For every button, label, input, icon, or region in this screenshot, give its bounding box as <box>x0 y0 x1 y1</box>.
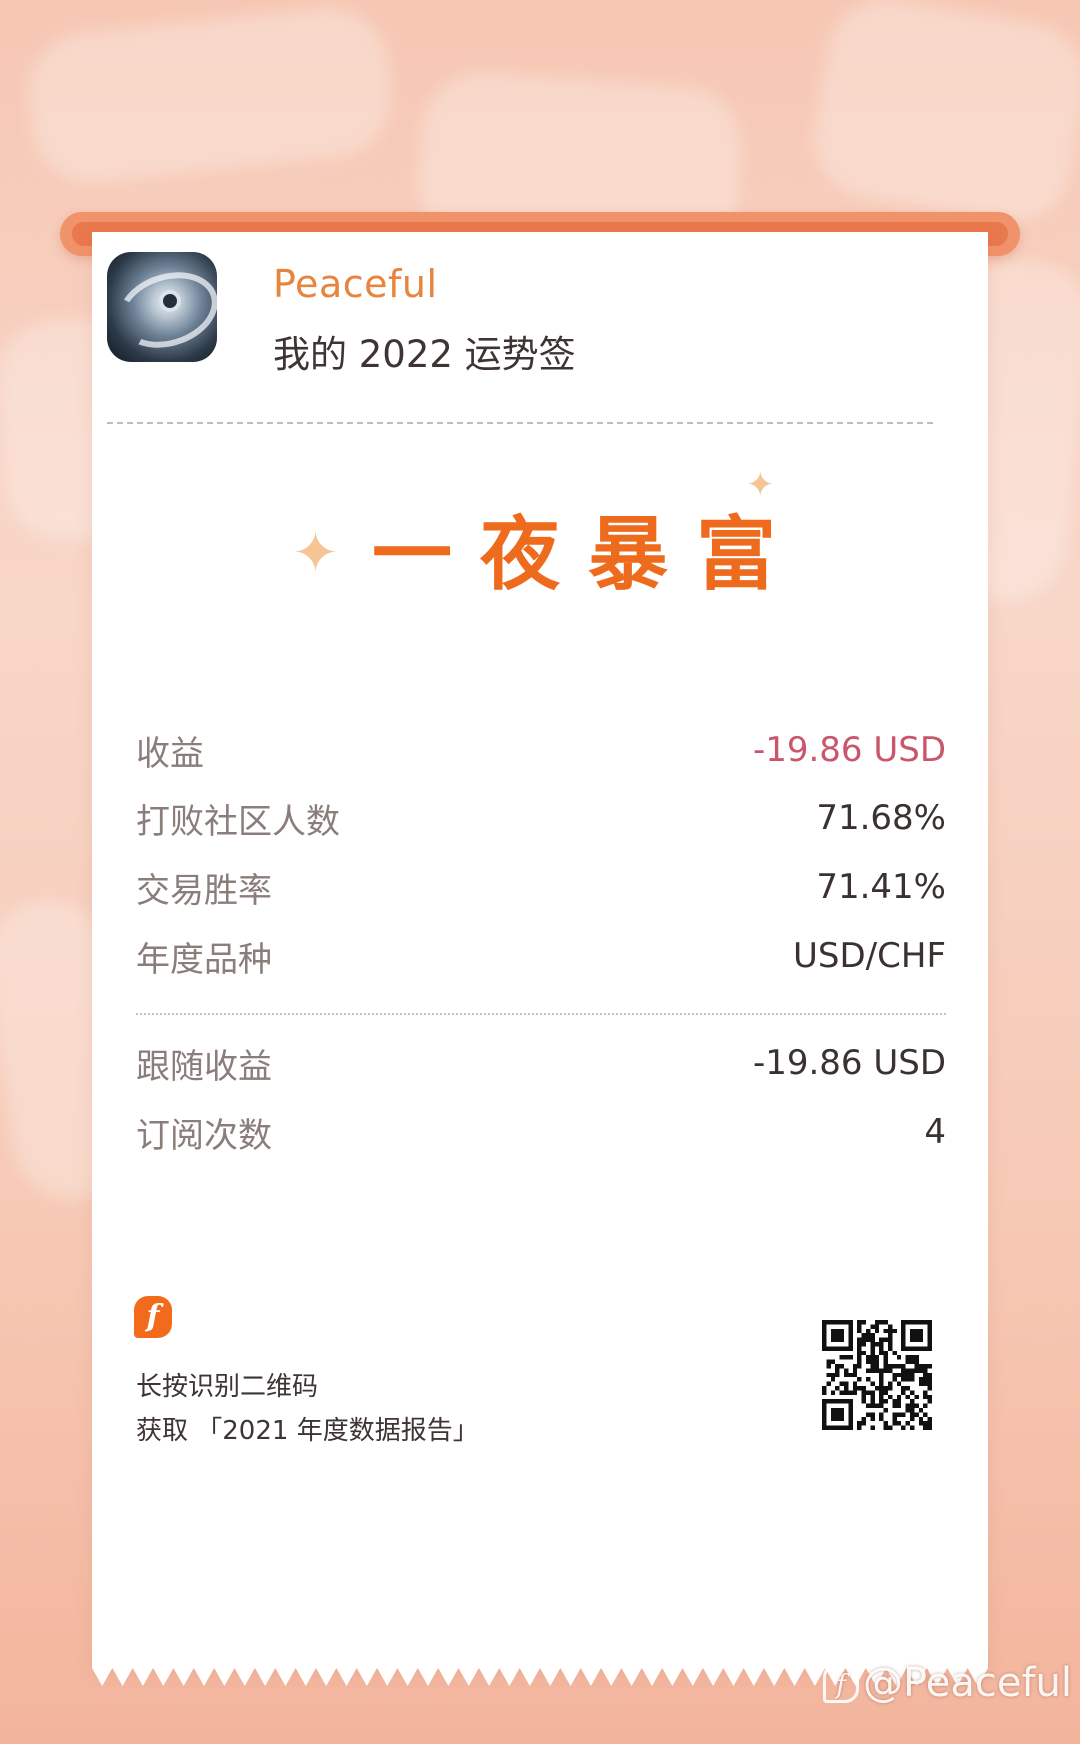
username: Peaceful <box>273 262 438 306</box>
brand-watermark-icon: f <box>823 1663 860 1703</box>
qr-instruction: 长按识别二维码 <box>136 1372 319 1402</box>
brand-logo-icon: f <box>134 1296 172 1338</box>
stat-row-profit: 收益 -19.86 USD <box>136 725 946 775</box>
background-shape <box>804 0 1080 232</box>
stat-label: 跟随收益 <box>136 1046 272 1087</box>
stat-value: -19.86 USD <box>752 730 946 770</box>
stat-row-follow-profit: 跟随收益 -19.86 USD <box>136 1038 946 1088</box>
sparkle-icon: ✦ <box>292 521 339 586</box>
stat-row-beat-community: 打败社区人数 71.68% <box>136 793 946 843</box>
stat-label: 年度品种 <box>136 939 272 980</box>
avatar[interactable] <box>107 252 217 362</box>
stat-row-annual-symbol: 年度品种 USD/CHF <box>136 931 946 981</box>
stat-value: 71.41% <box>816 867 946 907</box>
stat-value: -19.86 USD <box>752 1043 946 1083</box>
watermark: f @Peaceful <box>823 1660 1072 1706</box>
stat-label: 订阅次数 <box>136 1115 272 1156</box>
stat-value: 4 <box>924 1112 946 1152</box>
hurricane-eye <box>163 294 177 308</box>
divider <box>136 1013 946 1015</box>
stat-value: 71.68% <box>816 798 946 838</box>
stat-label: 交易胜率 <box>136 870 272 911</box>
stat-row-win-rate: 交易胜率 71.41% <box>136 862 946 912</box>
card-subtitle: 我的 2022 运势签 <box>273 333 576 376</box>
watermark-text: @Peaceful <box>863 1660 1072 1706</box>
fortune-title: 一夜暴富 <box>372 507 804 601</box>
stat-label: 打败社区人数 <box>136 801 340 842</box>
stat-label: 收益 <box>136 733 204 774</box>
qr-code[interactable] <box>822 1320 932 1430</box>
qr-report-link: 获取 「2021 年度数据报告」 <box>136 1416 479 1446</box>
divider <box>107 422 933 424</box>
stat-row-subscriptions: 订阅次数 4 <box>136 1107 946 1157</box>
background-shape <box>23 1 397 189</box>
hurricane-swirl <box>108 260 217 360</box>
stat-value: USD/CHF <box>793 936 946 976</box>
